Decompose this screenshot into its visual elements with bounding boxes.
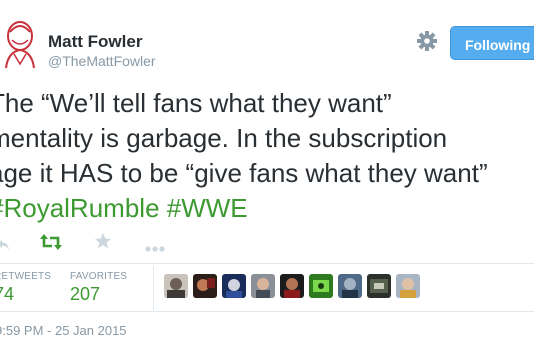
tweet-text: The “We’ll tell fans what they want” men… [0,86,534,226]
star-icon[interactable] [94,232,112,255]
author-handle[interactable]: @TheMattFowler [48,53,156,69]
more-icon[interactable] [145,239,165,257]
following-button[interactable]: Following [450,26,534,60]
favorites-label: FAVORITES [70,271,128,282]
favoriter-avatar[interactable] [222,274,246,298]
hashtag-wwe[interactable]: #WWE [167,193,248,223]
author-name[interactable]: Matt Fowler [48,32,142,52]
hashtag-royalrumble[interactable]: #RoyalRumble [0,193,160,223]
tweet-timestamp[interactable]: 9:59 PM - 25 Jan 2015 [0,323,127,338]
favoriter-avatar[interactable] [193,274,217,298]
gear-icon[interactable] [416,30,438,52]
retweets-count[interactable]: 74 [0,284,14,305]
divider [0,263,534,264]
favoriter-avatar[interactable] [164,274,188,298]
divider [0,311,534,312]
stats-separator [153,266,154,310]
avatar[interactable] [0,18,42,68]
favoriter-avatar[interactable] [251,274,275,298]
favorites-count[interactable]: 207 [70,284,100,305]
favoriter-avatar[interactable] [338,274,362,298]
favoriter-avatar[interactable] [396,274,420,298]
tweet-line: The “We’ll tell fans what they want” [0,88,392,118]
retweet-icon[interactable] [40,234,62,255]
favoriter-avatar[interactable] [309,274,333,298]
reply-icon[interactable] [0,238,10,256]
tweet-line: mentality is garbage. In the subscriptio… [0,123,448,153]
favoriter-avatar[interactable] [280,274,304,298]
tweet-line: age it HAS to be “give fans what they wa… [0,158,488,188]
favoriter-avatar[interactable] [367,274,391,298]
tweet-hashtags-line: #RoyalRumble #WWE [0,191,534,226]
retweets-label: RETWEETS [0,271,52,282]
